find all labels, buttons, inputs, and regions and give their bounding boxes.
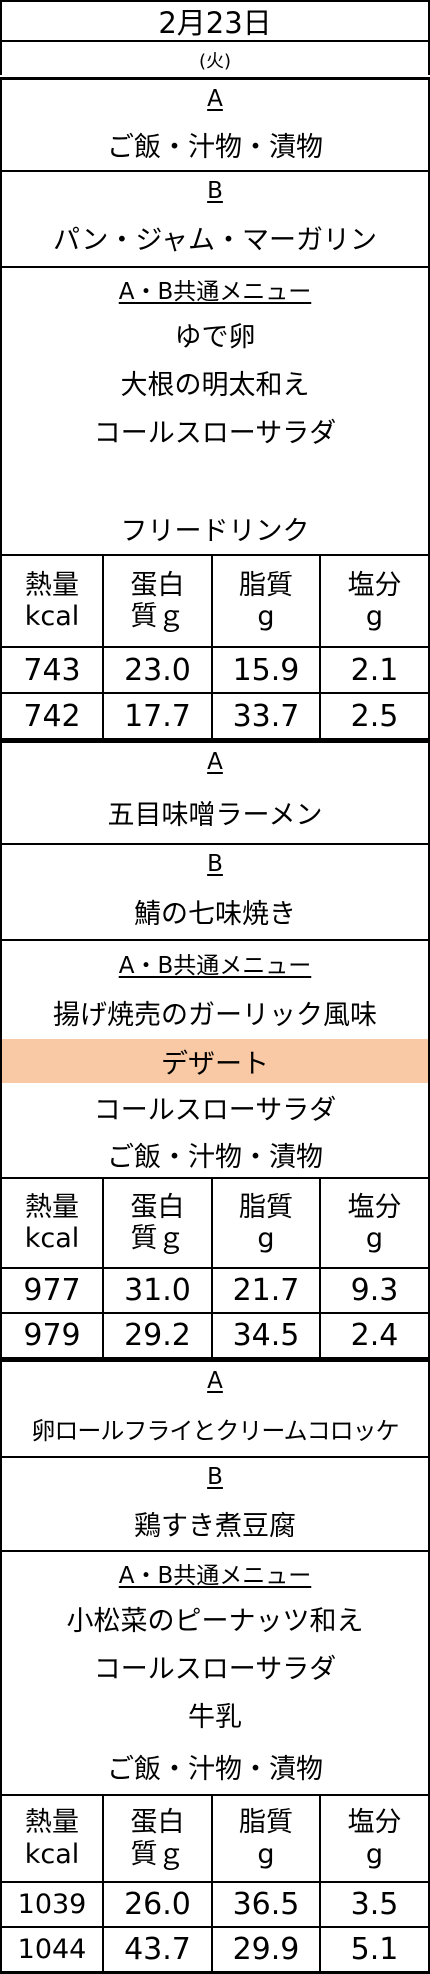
meal-1-common-item: ゆで卵 bbox=[174, 321, 256, 353]
meal-1-label-a: A bbox=[207, 86, 223, 112]
nutrition-value: 31.0 bbox=[124, 1273, 191, 1308]
nutrition-header-energy: 熱量 kcal bbox=[24, 1807, 80, 1870]
nutrition-value: 5.1 bbox=[350, 1931, 399, 1967]
meal-1-nutrition-table: 熱量 kcal 蛋白 質ｇ 脂質 g 塩分 g 743 23.0 15.9 2.1 74… bbox=[2, 554, 428, 740]
meal-3-common-item: コールスローサラダ bbox=[93, 1653, 337, 1685]
nutrition-value: 979 bbox=[23, 1318, 81, 1353]
nutrition-value: 34.5 bbox=[232, 1318, 300, 1353]
nutrition-header-fat: 脂質 g bbox=[239, 1191, 293, 1254]
nutrition-value: 3.5 bbox=[350, 1887, 399, 1922]
meal-1-menu-b: パン・ジャム・マーガリン bbox=[53, 224, 377, 256]
nutrition-value: 29.2 bbox=[124, 1318, 191, 1353]
menu-sheet: 2月23日 (火) A ご飯・汁物・漬物 B パン・ジャム・マーガリン A・B共… bbox=[0, 0, 430, 1974]
meal-3-common-item: 牛乳 bbox=[188, 1701, 242, 1733]
nutrition-value: 9.3 bbox=[350, 1273, 399, 1308]
meal-1-common-item: フリードリンク bbox=[120, 515, 310, 547]
nutrition-header-fat: 脂質 g bbox=[239, 569, 293, 632]
meal-2-common-label: A・B共通メニュー bbox=[118, 953, 312, 979]
meal-1-common-item bbox=[2, 454, 428, 502]
nutrition-header-protein: 蛋白 質ｇ bbox=[130, 1807, 185, 1870]
nutrition-header-energy: 熱量 kcal bbox=[24, 569, 80, 632]
nutrition-value: 1044 bbox=[17, 1933, 87, 1965]
nutrition-value: 21.7 bbox=[232, 1273, 300, 1308]
nutrition-value: 743 bbox=[23, 652, 81, 688]
meal-2-menu-a: 五目味噌ラーメン bbox=[107, 799, 323, 831]
nutrition-value: 2.4 bbox=[350, 1318, 399, 1353]
meal-3-nutrition-table: 熱量 kcal 蛋白 質ｇ 脂質 g 塩分 g 1039 26.0 36.5 3.5 1… bbox=[2, 1794, 428, 1971]
nutrition-value: 15.9 bbox=[232, 652, 300, 688]
nutrition-value: 36.5 bbox=[232, 1887, 300, 1922]
nutrition-value: 17.7 bbox=[124, 698, 191, 734]
meal-3-common-item: 小松菜のピーナッツ和え bbox=[66, 1605, 364, 1637]
weekday-label: (火) bbox=[198, 50, 232, 72]
meal-2-nutrition-table: 熱量 kcal 蛋白 質ｇ 脂質 g 塩分 g 977 31.0 21.7 9.3 97… bbox=[2, 1177, 428, 1359]
date-header: 2月23日 (火) bbox=[0, 0, 430, 75]
meal-1-common-item: コールスローサラダ bbox=[93, 417, 337, 449]
meal-2-label-b: B bbox=[207, 851, 223, 877]
meal-3-common-item: ご飯・汁物・漬物 bbox=[107, 1753, 323, 1785]
meal-2-common-item: コールスローサラダ bbox=[93, 1094, 337, 1126]
meal-2-common-item: 揚げ焼売のガーリック風味 bbox=[53, 999, 377, 1031]
nutrition-value: 2.1 bbox=[350, 652, 399, 688]
nutrition-header-salt: 塩分 g bbox=[347, 1807, 402, 1870]
nutrition-value: 29.9 bbox=[232, 1931, 300, 1967]
meal-1-common-item: 大根の明太和え bbox=[120, 369, 310, 401]
meal-2-menu-b: 鯖の七味焼き bbox=[134, 898, 296, 930]
meal-3-menu-a: 卵ロールフライとクリームコロッケ bbox=[31, 1416, 399, 1445]
nutrition-header-salt: 塩分 g bbox=[347, 1191, 402, 1254]
meal-2-dessert-highlight: デザート bbox=[2, 1039, 428, 1083]
date-label: 2月23日 bbox=[2, 2, 428, 42]
nutrition-value: 33.7 bbox=[232, 698, 300, 734]
nutrition-value: 2.5 bbox=[350, 698, 399, 734]
nutrition-value: 977 bbox=[23, 1273, 81, 1308]
nutrition-header-energy: 熱量 kcal bbox=[24, 1191, 80, 1254]
meal-2-label-a: A bbox=[207, 749, 223, 775]
nutrition-header-protein: 蛋白 質ｇ bbox=[130, 1191, 185, 1254]
nutrition-value: 43.7 bbox=[124, 1931, 191, 1967]
meal-3-label-a: A bbox=[207, 1368, 223, 1394]
meal-1-menu-a: ご飯・汁物・漬物 bbox=[107, 131, 323, 163]
nutrition-value: 742 bbox=[23, 698, 81, 734]
nutrition-header-salt: 塩分 g bbox=[347, 569, 402, 632]
nutrition-value: 1039 bbox=[17, 1889, 87, 1920]
meal-3-common-label: A・B共通メニュー bbox=[118, 1563, 312, 1589]
nutrition-value: 23.0 bbox=[124, 652, 191, 688]
meal-3-label-b: B bbox=[207, 1464, 223, 1490]
nutrition-value: 26.0 bbox=[124, 1887, 191, 1922]
meal-2-common-item: ご飯・汁物・漬物 bbox=[107, 1141, 323, 1173]
nutrition-header-fat: 脂質 g bbox=[239, 1807, 293, 1870]
nutrition-header-protein: 蛋白 質ｇ bbox=[130, 569, 185, 632]
meal-1-label-b: B bbox=[207, 178, 223, 204]
meal-1-common-label: A・B共通メニュー bbox=[118, 279, 312, 305]
meal-3-menu-b: 鶏すき煮豆腐 bbox=[134, 1510, 296, 1542]
